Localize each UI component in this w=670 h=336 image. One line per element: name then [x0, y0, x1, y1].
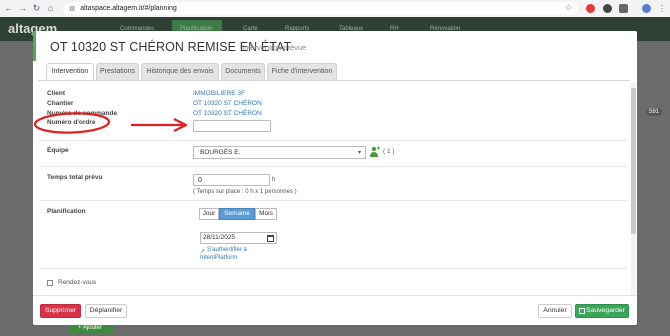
equipe-selected-value: BOURGÈS E.	[200, 149, 241, 156]
url-text: altaspace.altagem.it/#/planning	[80, 5, 177, 12]
tab-prestations[interactable]: Prestations	[96, 63, 139, 81]
save-button-label: Sauvegarder	[586, 307, 625, 314]
rendez-vous-label: Rendez-vous	[58, 279, 97, 286]
tab-documents[interactable]: Documents	[221, 63, 265, 81]
scrollbar-thumb[interactable]	[631, 88, 636, 234]
view-semaine-button[interactable]: Semaine	[219, 208, 255, 220]
external-link-icon: ↗	[200, 249, 206, 255]
reload-icon[interactable]: ↻	[31, 3, 42, 14]
temps-input-value: 0	[198, 177, 202, 184]
delete-button[interactable]: Supprimer	[40, 304, 81, 318]
bookmark-star-icon[interactable]: ☆	[565, 3, 572, 12]
temps-note: ( Temps sur place : 0 h x 1 personnes )	[193, 189, 297, 195]
ordre-input[interactable]	[193, 120, 271, 132]
address-bar[interactable]: ⚙ altaspace.altagem.it/#/planning ☆	[63, 2, 578, 15]
commande-link[interactable]: OT 10320 ST CHÉRON	[193, 110, 262, 117]
client-label: Client	[47, 90, 66, 97]
calendar-icon[interactable]	[267, 235, 274, 242]
tab-bar: Intervention Prestations Historique des …	[46, 63, 626, 81]
ordre-label: Numéro d'ordre	[47, 119, 96, 126]
back-icon[interactable]: ←	[3, 3, 14, 14]
site-info-icon[interactable]: ⚙	[69, 5, 75, 13]
count-badge: 591	[646, 108, 663, 116]
menu-dots-icon[interactable]: ⋮	[658, 4, 667, 13]
modal-subtitle: Intervention prévue	[242, 43, 307, 52]
profile-avatar[interactable]	[642, 4, 651, 13]
client-link[interactable]: IMMOBILIERE 3F	[193, 90, 245, 97]
unplan-button[interactable]: Déplanifier	[85, 304, 127, 318]
browser-toolbar: ← → ↻ ⌂ ⚙ altaspace.altagem.it/#/plannin…	[0, 0, 670, 17]
view-mois-button[interactable]: Mois	[255, 208, 277, 220]
forward-icon[interactable]: →	[17, 3, 28, 14]
divider	[39, 200, 627, 201]
modal-accent-bar	[33, 31, 36, 61]
date-input[interactable]: 28/11/2025	[200, 232, 277, 244]
planification-label: Planification	[47, 208, 86, 215]
commande-label: Numéro de commande	[47, 110, 118, 117]
chevron-down-icon: ▾	[357, 150, 361, 156]
extension-icon[interactable]	[603, 4, 612, 13]
extension-icon[interactable]	[586, 4, 595, 13]
temps-label: Temps total prévu	[47, 174, 103, 181]
temps-input[interactable]: 0	[193, 174, 270, 186]
chantier-link[interactable]: OT 10320 ST CHÉRON	[193, 100, 262, 107]
equipe-select[interactable]: BOURGÈS E. ▾	[193, 146, 366, 159]
divider	[39, 268, 627, 269]
divider	[39, 166, 627, 167]
view-jour-button[interactable]: Jour	[199, 208, 219, 220]
footer-divider	[33, 295, 637, 296]
add-person-icon[interactable]	[370, 146, 380, 158]
equipe-label: Équipe	[47, 147, 69, 154]
chantier-label: Chantier	[47, 100, 74, 107]
tab-intervention[interactable]: Intervention	[46, 63, 94, 81]
intervention-modal: OT 10320 ST CHÉRON REMISE EN ÉTAT Interv…	[33, 31, 637, 325]
tab-underline	[38, 80, 630, 81]
save-button[interactable]: Sauvegarder	[575, 304, 629, 318]
divider	[39, 140, 627, 141]
temps-unit: h	[272, 177, 276, 183]
puzzle-icon[interactable]	[619, 4, 628, 13]
add-button[interactable]: + Ajouter	[70, 324, 114, 333]
auth-link-platform[interactable]: IntentPlatform	[200, 255, 237, 261]
tab-historique-des-envois[interactable]: Historique des envois	[141, 63, 219, 81]
home-icon[interactable]: ⌂	[45, 3, 56, 14]
rendez-vous-checkbox[interactable]	[47, 280, 53, 286]
save-icon	[579, 308, 585, 314]
equipe-count: ( 1 )	[383, 148, 395, 155]
tab-fiche-d-intervention[interactable]: Fiche d'intervention	[267, 63, 337, 81]
auth-link[interactable]: S'authentifier à	[207, 247, 247, 253]
date-value: 28/11/2025	[203, 234, 236, 241]
cancel-button[interactable]: Annuler	[538, 304, 572, 318]
